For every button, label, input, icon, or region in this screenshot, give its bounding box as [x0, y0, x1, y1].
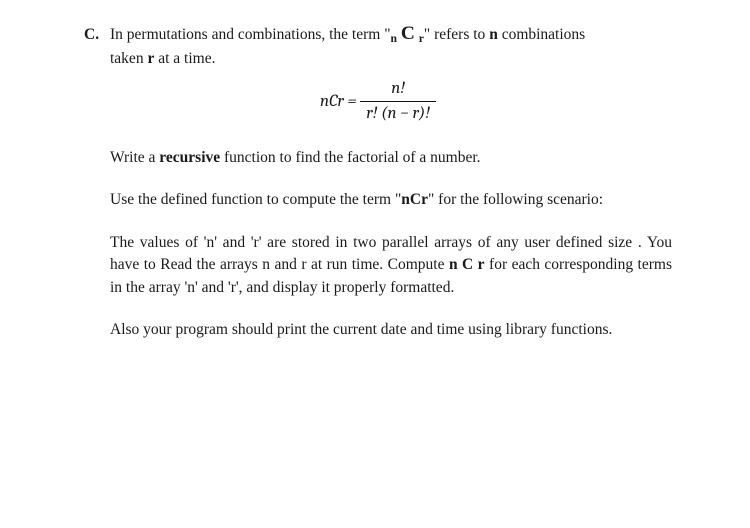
question-second-line: taken r at a time.	[110, 48, 672, 70]
ncr-r: r	[419, 32, 424, 45]
ncr-symbol: n C r	[391, 26, 424, 43]
t2: " refers to	[424, 26, 489, 43]
formula-fraction: n! r! (n − r)!	[360, 77, 436, 127]
first-line-text: In permutations and combinations, the te…	[110, 20, 672, 48]
p3b: " for the following scenario:	[428, 191, 603, 208]
formula-numerator: n!	[360, 77, 436, 102]
paragraph-4: The values of 'n' and 'r' are stored in …	[110, 232, 672, 299]
question-first-line: C. In permutations and combinations, the…	[84, 20, 672, 48]
p3a: Use the defined function to compute the …	[110, 191, 401, 208]
p4bold: n C r	[449, 256, 485, 273]
item-marker: C.	[84, 24, 110, 46]
paragraph-2: Write a recursive function to find the f…	[110, 147, 672, 169]
t1: In permutations and combinations, the te…	[110, 26, 391, 43]
formula: nCr = n! r! (n − r)!	[84, 77, 672, 127]
t3: combinations	[498, 26, 585, 43]
t4: taken	[110, 50, 147, 67]
p2b: function to find the factorial of a numb…	[220, 149, 480, 166]
t5: at a time.	[154, 50, 215, 67]
document-page: C. In permutations and combinations, the…	[0, 0, 750, 362]
p3bold: nCr	[401, 191, 428, 208]
p2bold: recursive	[159, 149, 220, 166]
ncr-n: n	[391, 32, 397, 45]
ncr-c: C	[401, 23, 415, 44]
bold-n: n	[489, 26, 498, 43]
paragraph-3: Use the defined function to compute the …	[110, 189, 672, 211]
p2a: Write a	[110, 149, 159, 166]
formula-denominator: r! (n − r)!	[360, 101, 436, 127]
formula-lhs: nCr =	[320, 92, 356, 111]
paragraph-5: Also your program should print the curre…	[110, 319, 672, 341]
p5: Also your program should print the curre…	[110, 321, 612, 338]
